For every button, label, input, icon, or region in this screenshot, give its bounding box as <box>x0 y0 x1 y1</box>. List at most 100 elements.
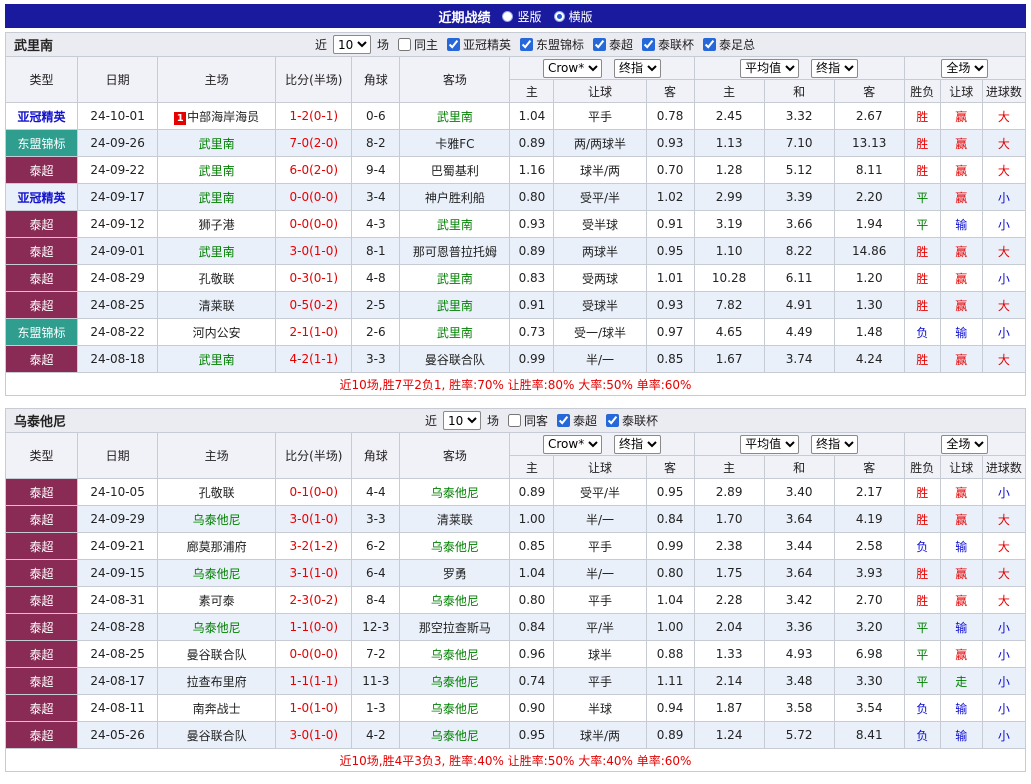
match-corners: 4-3 <box>351 210 401 238</box>
home-team-name: 武里南 <box>198 163 235 178</box>
sub-header-home-win: 主 <box>693 455 765 479</box>
match-row: 东盟锦标 24-08-22 河内公安 2-1(1-0) 2-6 武里南 0.73 受一/球半 0… <box>4 318 1027 346</box>
match-score: 1-1(0-0) <box>275 613 353 641</box>
euro-odds-1: 3.48 <box>763 667 835 695</box>
scope-select[interactable]: 全场 <box>941 434 989 454</box>
home-team-name: 孔敬联 <box>198 485 235 500</box>
league-checkbox[interactable] <box>446 38 460 51</box>
asia-odds-0: 0.80 <box>509 183 555 211</box>
odds-time-select[interactable]: 终指 <box>613 58 661 78</box>
home-team: 乌泰他尼 <box>157 613 277 641</box>
home-team-name: 廊莫那浦府 <box>186 539 247 554</box>
league-checkbox[interactable] <box>520 38 533 51</box>
odds-source-select[interactable]: Crow* <box>542 58 602 78</box>
league-checkbox[interactable] <box>703 38 717 51</box>
recent-count-select[interactable]: 10 <box>442 411 481 430</box>
away-team: 乌泰他尼 <box>399 478 511 506</box>
match-score: 4-2(1-1) <box>275 345 353 373</box>
recent-count-select[interactable]: 10 <box>332 35 371 54</box>
section-header: 乌泰他尼 近 10 场 同客 泰超 泰联杯 <box>5 408 1026 432</box>
result-handicap: 输 <box>939 532 983 560</box>
result-handicap: 输 <box>939 613 983 641</box>
asia-odds-2: 1.00 <box>645 613 695 641</box>
home-team-name: 乌泰他尼 <box>192 620 241 635</box>
euro-odds-1: 3.64 <box>763 559 835 587</box>
layout-option-vertical[interactable]: 竖版 <box>502 8 542 25</box>
match-row: 泰超 24-08-17 拉查布里府 1-1(1-1) 11-3 乌泰他尼 0.74 平手 1.1… <box>4 667 1027 695</box>
result-handicap: 赢 <box>939 345 983 373</box>
layout-option-horizontal[interactable]: 横版 <box>553 8 593 25</box>
asia-odds-0: 0.83 <box>509 264 555 292</box>
away-team-name: 武里南 <box>436 217 473 232</box>
away-team-name: 那空拉查斯马 <box>418 620 491 635</box>
match-competition: 泰超 <box>4 291 79 319</box>
league-checkbox[interactable] <box>557 414 571 427</box>
league-checkbox[interactable] <box>606 414 620 427</box>
asia-odds-2: 0.93 <box>645 129 695 157</box>
asia-odds-1: 球半 <box>553 640 647 668</box>
result-outcome: 负 <box>903 721 941 749</box>
odds-time-select[interactable]: 终指 <box>613 434 661 454</box>
asia-odds-0: 1.00 <box>509 505 555 533</box>
away-team-name: 巴蜀基利 <box>430 163 479 178</box>
sub-header-draw: 和 <box>763 79 835 103</box>
same-venue-checkbox[interactable] <box>397 38 411 51</box>
match-score: 3-0(1-0) <box>275 505 353 533</box>
euro-odds-selects: 平均值 终指 <box>697 434 902 454</box>
same-venue-label: 同主 <box>413 38 438 52</box>
match-date: 24-08-18 <box>77 345 159 373</box>
result-handicap: 赢 <box>939 237 983 265</box>
home-team-name: 孔敬联 <box>198 271 235 286</box>
euro-odds-0: 2.14 <box>693 667 765 695</box>
team-name: 乌泰他尼 <box>14 415 67 430</box>
games-label: 场 <box>486 414 499 428</box>
column-header-type: 类型 <box>4 56 79 103</box>
result-outcome: 负 <box>903 694 941 722</box>
euro-source-select[interactable]: 平均值 <box>740 434 800 454</box>
euro-time-select[interactable]: 终指 <box>811 434 859 454</box>
match-score: 1-0(1-0) <box>275 694 353 722</box>
league-label: 泰超 <box>609 38 634 52</box>
asia-odds-1: 受球半 <box>553 291 647 319</box>
euro-odds-0: 1.70 <box>693 505 765 533</box>
radio-horizontal-icon[interactable] <box>553 10 565 22</box>
match-corners: 4-2 <box>351 721 401 749</box>
match-competition: 东盟锦标 <box>4 318 79 346</box>
asia-odds-0: 0.74 <box>509 667 555 695</box>
column-header-score: 比分(半场) <box>275 56 353 103</box>
asia-odds-selects: Crow* 终指 <box>512 434 691 454</box>
odds-source-select[interactable]: Crow* <box>542 434 602 454</box>
result-outcome: 胜 <box>903 478 941 506</box>
league-checkbox[interactable] <box>642 38 656 51</box>
result-outcome: 胜 <box>903 264 941 292</box>
match-date: 24-08-29 <box>77 264 159 292</box>
radio-vertical-icon[interactable] <box>502 10 514 22</box>
home-team-name: 武里南 <box>198 352 235 367</box>
home-team-name: 曼谷联合队 <box>186 647 247 662</box>
result-outcome: 负 <box>903 318 941 346</box>
scope-select[interactable]: 全场 <box>941 58 989 78</box>
euro-odds-0: 1.87 <box>693 694 765 722</box>
away-team-name: 武里南 <box>436 271 473 286</box>
result-goals: 大 <box>981 345 1027 373</box>
column-header-corners: 角球 <box>351 56 401 103</box>
league-label: 泰超 <box>573 414 598 428</box>
sub-header-outcome: 胜负 <box>903 455 941 479</box>
away-team: 罗勇 <box>399 559 511 587</box>
match-date: 24-08-28 <box>77 613 159 641</box>
result-handicap: 输 <box>939 721 983 749</box>
asia-odds-1: 平手 <box>553 532 647 560</box>
match-competition: 泰超 <box>4 559 79 587</box>
euro-odds-selects: 平均值 终指 <box>697 58 902 78</box>
match-date: 24-09-21 <box>77 532 159 560</box>
euro-time-select[interactable]: 终指 <box>811 58 859 78</box>
results-table: 类型 日期 主场 比分(半场) 角球 客场 Crow* 终指 平均值 终指 全场主让球客主和客胜负让… <box>4 432 1027 772</box>
summary-row: 近10场,胜4平3负3, 胜率:40% 让胜率:50% 大率:40% 单率:60… <box>5 748 1026 772</box>
same-venue-checkbox[interactable] <box>508 414 521 427</box>
match-competition: 东盟锦标 <box>4 129 79 157</box>
column-header-away: 客场 <box>399 56 511 103</box>
home-team: 拉查布里府 <box>157 667 277 695</box>
euro-source-select[interactable]: 平均值 <box>740 58 800 78</box>
home-team-name: 南奔战士 <box>192 701 241 716</box>
league-checkbox[interactable] <box>593 38 607 51</box>
